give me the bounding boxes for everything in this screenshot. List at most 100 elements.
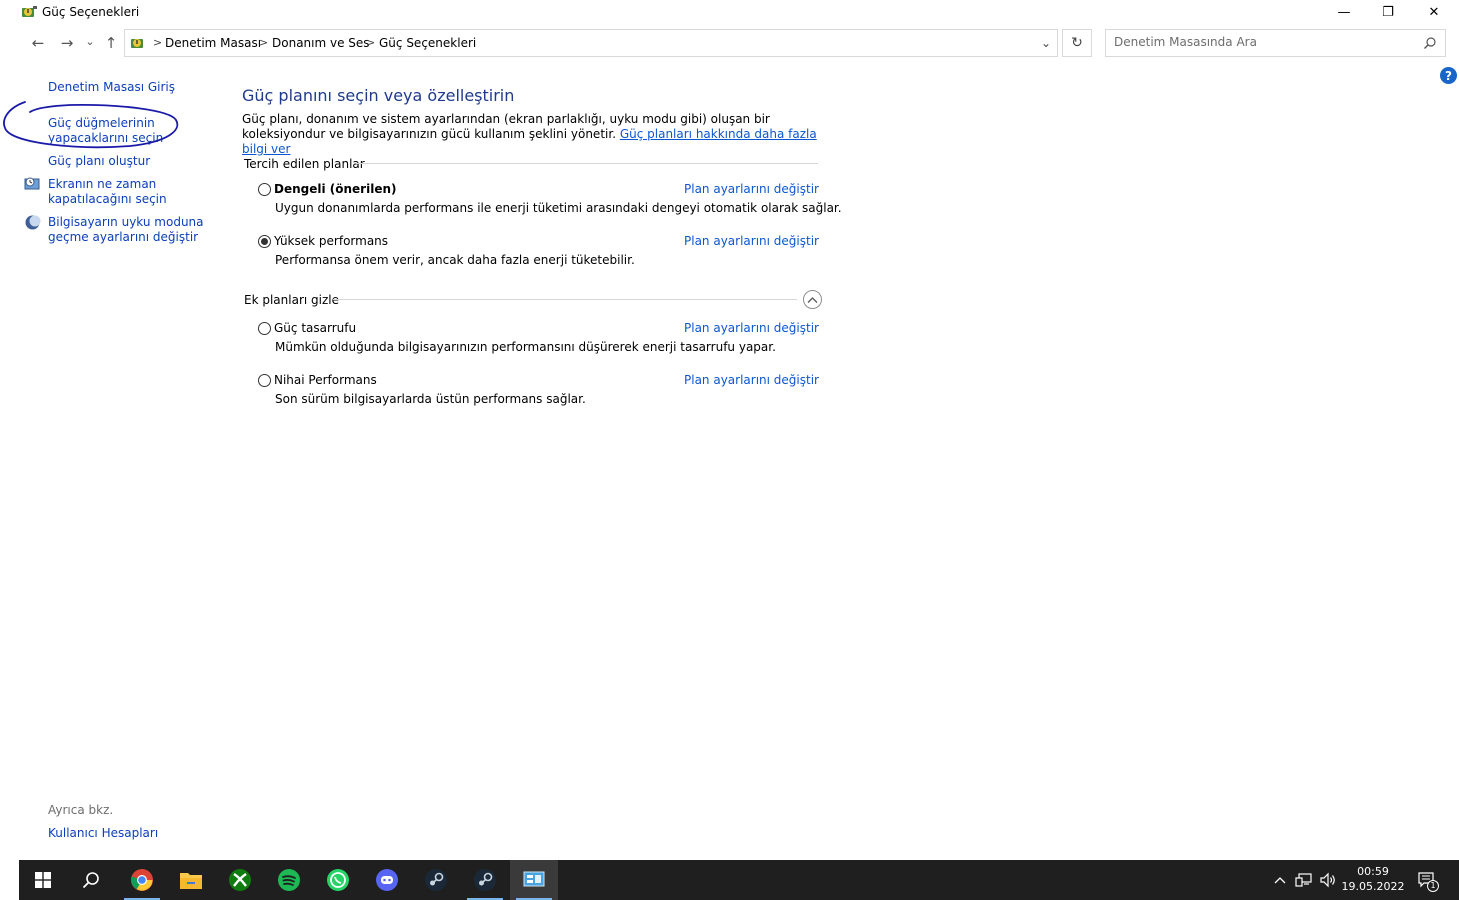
xbox-icon [229, 869, 251, 891]
taskbar-discord[interactable] [363, 860, 411, 900]
control-panel-home-link[interactable]: Denetim Masası Giriş [48, 80, 175, 95]
network-button[interactable] [1293, 860, 1315, 900]
preferred-plans-header: Tercih edilen planlar [244, 157, 365, 171]
search-box[interactable] [1105, 29, 1446, 57]
back-button[interactable]: ← [28, 33, 48, 53]
chevron-down-icon: ⌄ [85, 34, 95, 48]
plan-high-performance-name[interactable]: Yüksek performans [274, 234, 388, 248]
turn-off-display-link[interactable]: Ekranın ne zaman kapatılacağını seçin [48, 177, 167, 207]
taskbar-spotify[interactable] [265, 860, 313, 900]
display-timer-icon [24, 177, 40, 190]
up-arrow-icon: ↑ [104, 34, 118, 52]
plan-ultimate-performance-desc: Son sürüm bilgisayarlarda üstün performa… [275, 392, 586, 406]
hide-additional-plans-header[interactable]: Ek planları gizle [244, 293, 339, 307]
close-icon: ✕ [1428, 4, 1440, 20]
plan-balanced-name[interactable]: Dengeli (önerilen) [274, 182, 397, 196]
clock-date: 19.05.2022 [1341, 880, 1405, 893]
choose-power-buttons-line2: yapacaklarını seçin [48, 131, 164, 145]
minimize-icon: — [1337, 4, 1351, 20]
taskbar: 00:59 19.05.2022 1 [19, 860, 1459, 900]
change-sleep-settings-link[interactable]: Bilgisayarın uyku moduna geçme ayarların… [48, 215, 204, 245]
change-sleep-settings-line1: Bilgisayarın uyku moduna [48, 215, 204, 229]
plan-ultimate-performance-name[interactable]: Nihai Performans [274, 373, 377, 387]
forward-arrow-icon: → [60, 34, 74, 52]
breadcrumb-separator: > [153, 36, 163, 49]
restore-button[interactable]: ❐ [1365, 0, 1411, 24]
divider [333, 299, 797, 300]
address-bar[interactable]: > Denetim Masası > Donanım ve Ses > Güç … [124, 29, 1058, 57]
control-panel-icon [523, 871, 545, 887]
plan-high-performance-change-link[interactable]: Plan ayarlarını değiştir [684, 234, 819, 248]
sleep-moon-icon [25, 215, 41, 230]
plan-high-performance-desc: Performansa önem verir, ancak daha fazla… [275, 253, 635, 267]
window-title: Güç Seçenekleri [42, 5, 140, 19]
up-button[interactable]: ↑ [101, 33, 121, 53]
breadcrumb-power-options[interactable]: Güç Seçenekleri [379, 36, 476, 50]
close-button[interactable]: ✕ [1411, 0, 1457, 24]
choose-power-buttons-link[interactable]: Güç düğmelerinin yapacaklarını seçin [48, 116, 163, 146]
windows-logo-icon [35, 872, 51, 888]
taskbar-steam-running[interactable] [461, 860, 509, 900]
create-power-plan-link[interactable]: Güç planı oluştur [48, 154, 150, 169]
restore-icon: ❐ [1382, 4, 1394, 20]
plan-power-saver-radio[interactable] [258, 322, 271, 335]
start-button[interactable] [19, 860, 67, 900]
volume-button[interactable] [1317, 860, 1339, 900]
breadcrumb-hardware-sound[interactable]: Donanım ve Ses [272, 36, 370, 50]
plan-balanced-radio[interactable] [258, 183, 271, 196]
clock[interactable]: 00:59 19.05.2022 [1341, 864, 1405, 894]
divider [356, 163, 818, 164]
breadcrumb-separator: > [366, 36, 376, 49]
plan-power-saver-change-link[interactable]: Plan ayarlarını değiştir [684, 321, 819, 335]
whatsapp-icon [327, 869, 349, 891]
page-title: Güç planını seçin veya özelleştirin [242, 86, 515, 105]
breadcrumb-separator: > [259, 36, 269, 49]
plan-balanced-change-link[interactable]: Plan ayarlarını değiştir [684, 182, 819, 196]
plan-power-saver-name[interactable]: Güç tasarrufu [274, 321, 356, 335]
forward-button[interactable]: → [57, 33, 77, 53]
minimize-button[interactable]: — [1321, 0, 1367, 24]
taskbar-xbox[interactable] [216, 860, 264, 900]
user-accounts-link[interactable]: Kullanıcı Hesapları [48, 826, 158, 840]
plan-high-performance-radio[interactable] [258, 235, 271, 248]
search-icon[interactable] [1423, 36, 1437, 50]
discord-icon [376, 869, 398, 891]
choose-power-buttons-line1: Güç düğmelerinin [48, 116, 155, 130]
title-bar: Güç Seçenekleri — ❐ ✕ [0, 0, 1459, 26]
change-sleep-settings-line2: geçme ayarlarını değiştir [48, 230, 199, 244]
taskbar-chrome[interactable] [118, 860, 166, 900]
show-hidden-icons-button[interactable] [1270, 860, 1290, 900]
notification-badge: 1 [1427, 880, 1439, 892]
refresh-button[interactable]: ↻ [1062, 29, 1092, 57]
search-input[interactable] [1114, 35, 1414, 49]
taskbar-whatsapp[interactable] [314, 860, 362, 900]
breadcrumb-control-panel[interactable]: Denetim Masası [165, 36, 261, 50]
taskbar-search-button[interactable] [67, 860, 115, 900]
refresh-icon: ↻ [1071, 35, 1083, 51]
speaker-icon [1320, 872, 1335, 888]
chrome-icon [130, 869, 153, 891]
taskbar-steam[interactable] [412, 860, 460, 900]
plan-balanced-desc: Uygun donanımlarda performans ile enerji… [275, 201, 842, 215]
help-icon[interactable]: ? [1440, 67, 1457, 84]
plan-ultimate-performance-change-link[interactable]: Plan ayarlarını değiştir [684, 373, 819, 387]
plan-power-saver-desc: Mümkün olduğunda bilgisayarınızın perfor… [275, 340, 776, 354]
collapse-plans-button[interactable] [803, 290, 822, 309]
back-arrow-icon: ← [31, 34, 45, 52]
turn-off-display-line1: Ekranın ne zaman [48, 177, 157, 191]
steam-icon [474, 869, 496, 891]
control-panel-icon [131, 39, 143, 48]
see-also-label: Ayrıca bkz. [48, 803, 114, 817]
chevron-up-icon [807, 296, 818, 303]
action-center-button[interactable]: 1 [1413, 860, 1441, 900]
chevron-up-icon [1274, 877, 1286, 884]
taskbar-file-explorer[interactable] [167, 860, 215, 900]
spotify-icon [278, 869, 300, 891]
recent-locations-button[interactable]: ⌄ [83, 31, 97, 51]
search-icon [82, 872, 99, 889]
network-icon [1295, 873, 1312, 887]
plan-ultimate-performance-radio[interactable] [258, 374, 271, 387]
address-dropdown-icon[interactable]: ⌄ [1041, 36, 1051, 50]
taskbar-control-panel[interactable] [510, 860, 558, 900]
page-description: Güç planı, donanım ve sistem ayarlarında… [242, 112, 822, 157]
